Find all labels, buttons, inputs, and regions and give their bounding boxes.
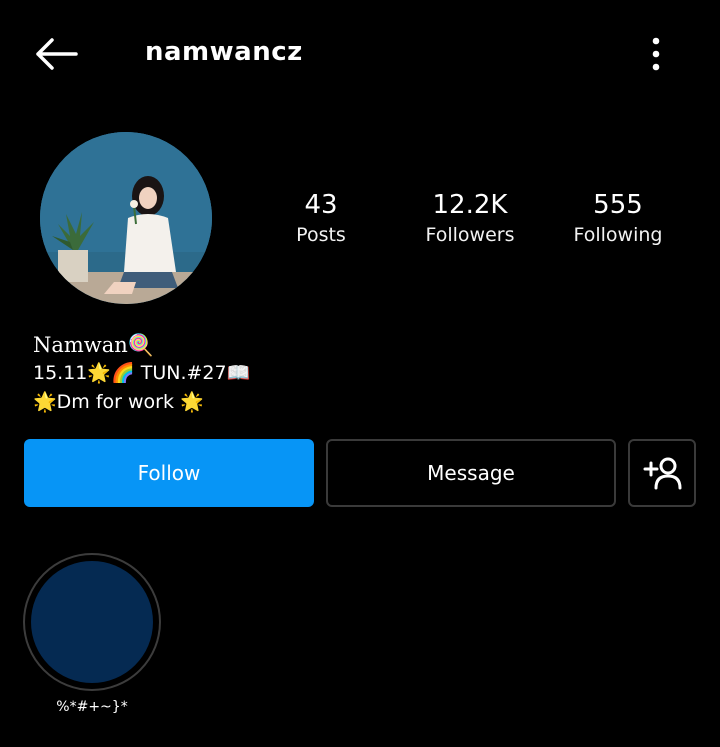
more-vertical-icon <box>652 37 660 71</box>
follow-button-label: Follow <box>137 461 201 485</box>
stat-followers-value: 12.2K <box>432 190 508 220</box>
avatar[interactable] <box>40 132 212 304</box>
add-user-button[interactable] <box>628 439 696 507</box>
stat-posts-value: 43 <box>304 190 338 220</box>
bio-line-2: 🌟Dm for work 🌟 <box>33 391 204 413</box>
more-options-button[interactable] <box>640 30 672 78</box>
story-highlight[interactable] <box>23 553 161 691</box>
story-highlight-label: %*#+~}* <box>56 699 128 715</box>
stat-posts[interactable]: 43 Posts <box>256 188 386 248</box>
stat-posts-label: Posts <box>296 224 346 246</box>
arrow-left-icon <box>36 38 78 70</box>
bio-line-1: 15.11🌟🌈 TUN.#27📖 <box>33 362 251 384</box>
follow-button[interactable]: Follow <box>24 439 314 507</box>
profile-username: namwancz <box>145 37 303 67</box>
stat-following[interactable]: 555 Following <box>553 188 683 248</box>
stat-following-label: Following <box>573 224 663 246</box>
stat-followers[interactable]: 12.2K Followers <box>405 188 535 248</box>
add-user-icon <box>643 457 682 490</box>
message-button[interactable]: Message <box>326 439 616 507</box>
profile-photo <box>40 132 212 304</box>
bio-display-name: Namwan🍭 <box>33 333 154 357</box>
message-button-label: Message <box>427 461 515 485</box>
stat-following-value: 555 <box>593 190 643 220</box>
stat-followers-label: Followers <box>425 224 515 246</box>
story-highlight-cover <box>31 561 153 683</box>
back-button[interactable] <box>28 30 84 78</box>
